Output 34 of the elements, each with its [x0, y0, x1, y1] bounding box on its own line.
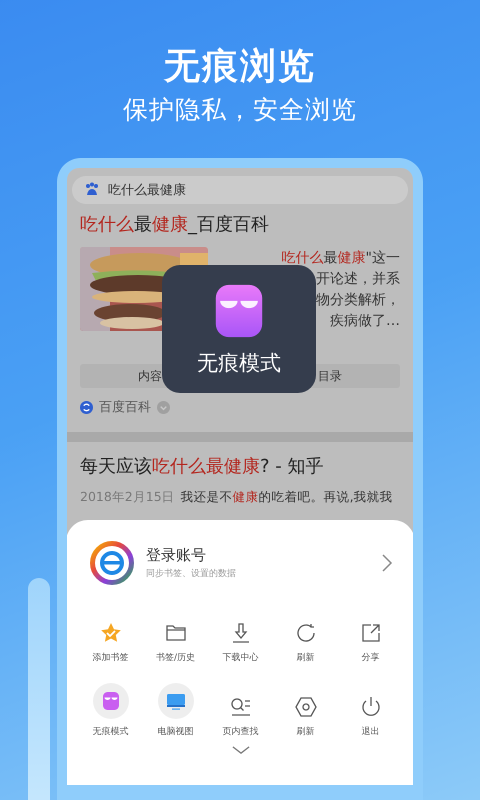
snippet-line: 物分类解析， [316, 291, 400, 310]
snippet-text: 我还是不健康的吃着吧。再说,我就我 [180, 489, 393, 504]
menu-item[interactable]: 刷新 [273, 674, 338, 738]
incognito-icon [92, 683, 128, 719]
chevron-right-icon[interactable] [381, 553, 393, 573]
info-icon [157, 400, 170, 414]
result-title[interactable]: 吃什么最健康_百度百科 [80, 212, 400, 238]
menu-item[interactable]: 分享 [338, 600, 403, 664]
menu-item[interactable]: 退出 [338, 674, 403, 738]
page-subtitle: 保护隐私，安全浏览 [123, 94, 357, 126]
account-subtitle: 同步书签、设置的数据 [146, 568, 237, 581]
page-title: 无痕浏览 [164, 45, 316, 89]
snippet-line: 吃什么最健康"这一 [282, 249, 400, 268]
snippet-line: 疾病做了… [330, 312, 400, 331]
menu-item[interactable]: 刷新 [273, 600, 338, 664]
menu-item[interactable]: 书签/历史 [143, 600, 208, 664]
date-label: 2018年2月15日 [80, 489, 175, 504]
result-title[interactable]: 每天应该吃什么最健康? - 知乎 [80, 454, 400, 480]
monitor-icon [158, 683, 194, 719]
account-title[interactable]: 登录账号 [146, 545, 381, 565]
source-icon [80, 400, 93, 414]
paw-icon [84, 182, 100, 198]
toast-label: 无痕模式 [197, 350, 281, 376]
menu-item[interactable]: 下载中心 [208, 600, 273, 664]
menu-item[interactable]: 页内查找 [208, 674, 273, 738]
menu-item[interactable]: 无痕模式 [78, 674, 143, 738]
chevron-down-icon[interactable] [232, 746, 250, 755]
menu-item[interactable]: 添加书签 [78, 600, 143, 664]
settings-icon [294, 695, 318, 719]
menu-item[interactable]: 电脑视图 [143, 674, 208, 738]
app-logo-icon [90, 541, 134, 585]
snippet-line: 开论述，并系 [316, 270, 400, 289]
source-label: 百度百科 [99, 399, 151, 416]
search-field[interactable]: 吃什么最健康 [72, 176, 408, 204]
